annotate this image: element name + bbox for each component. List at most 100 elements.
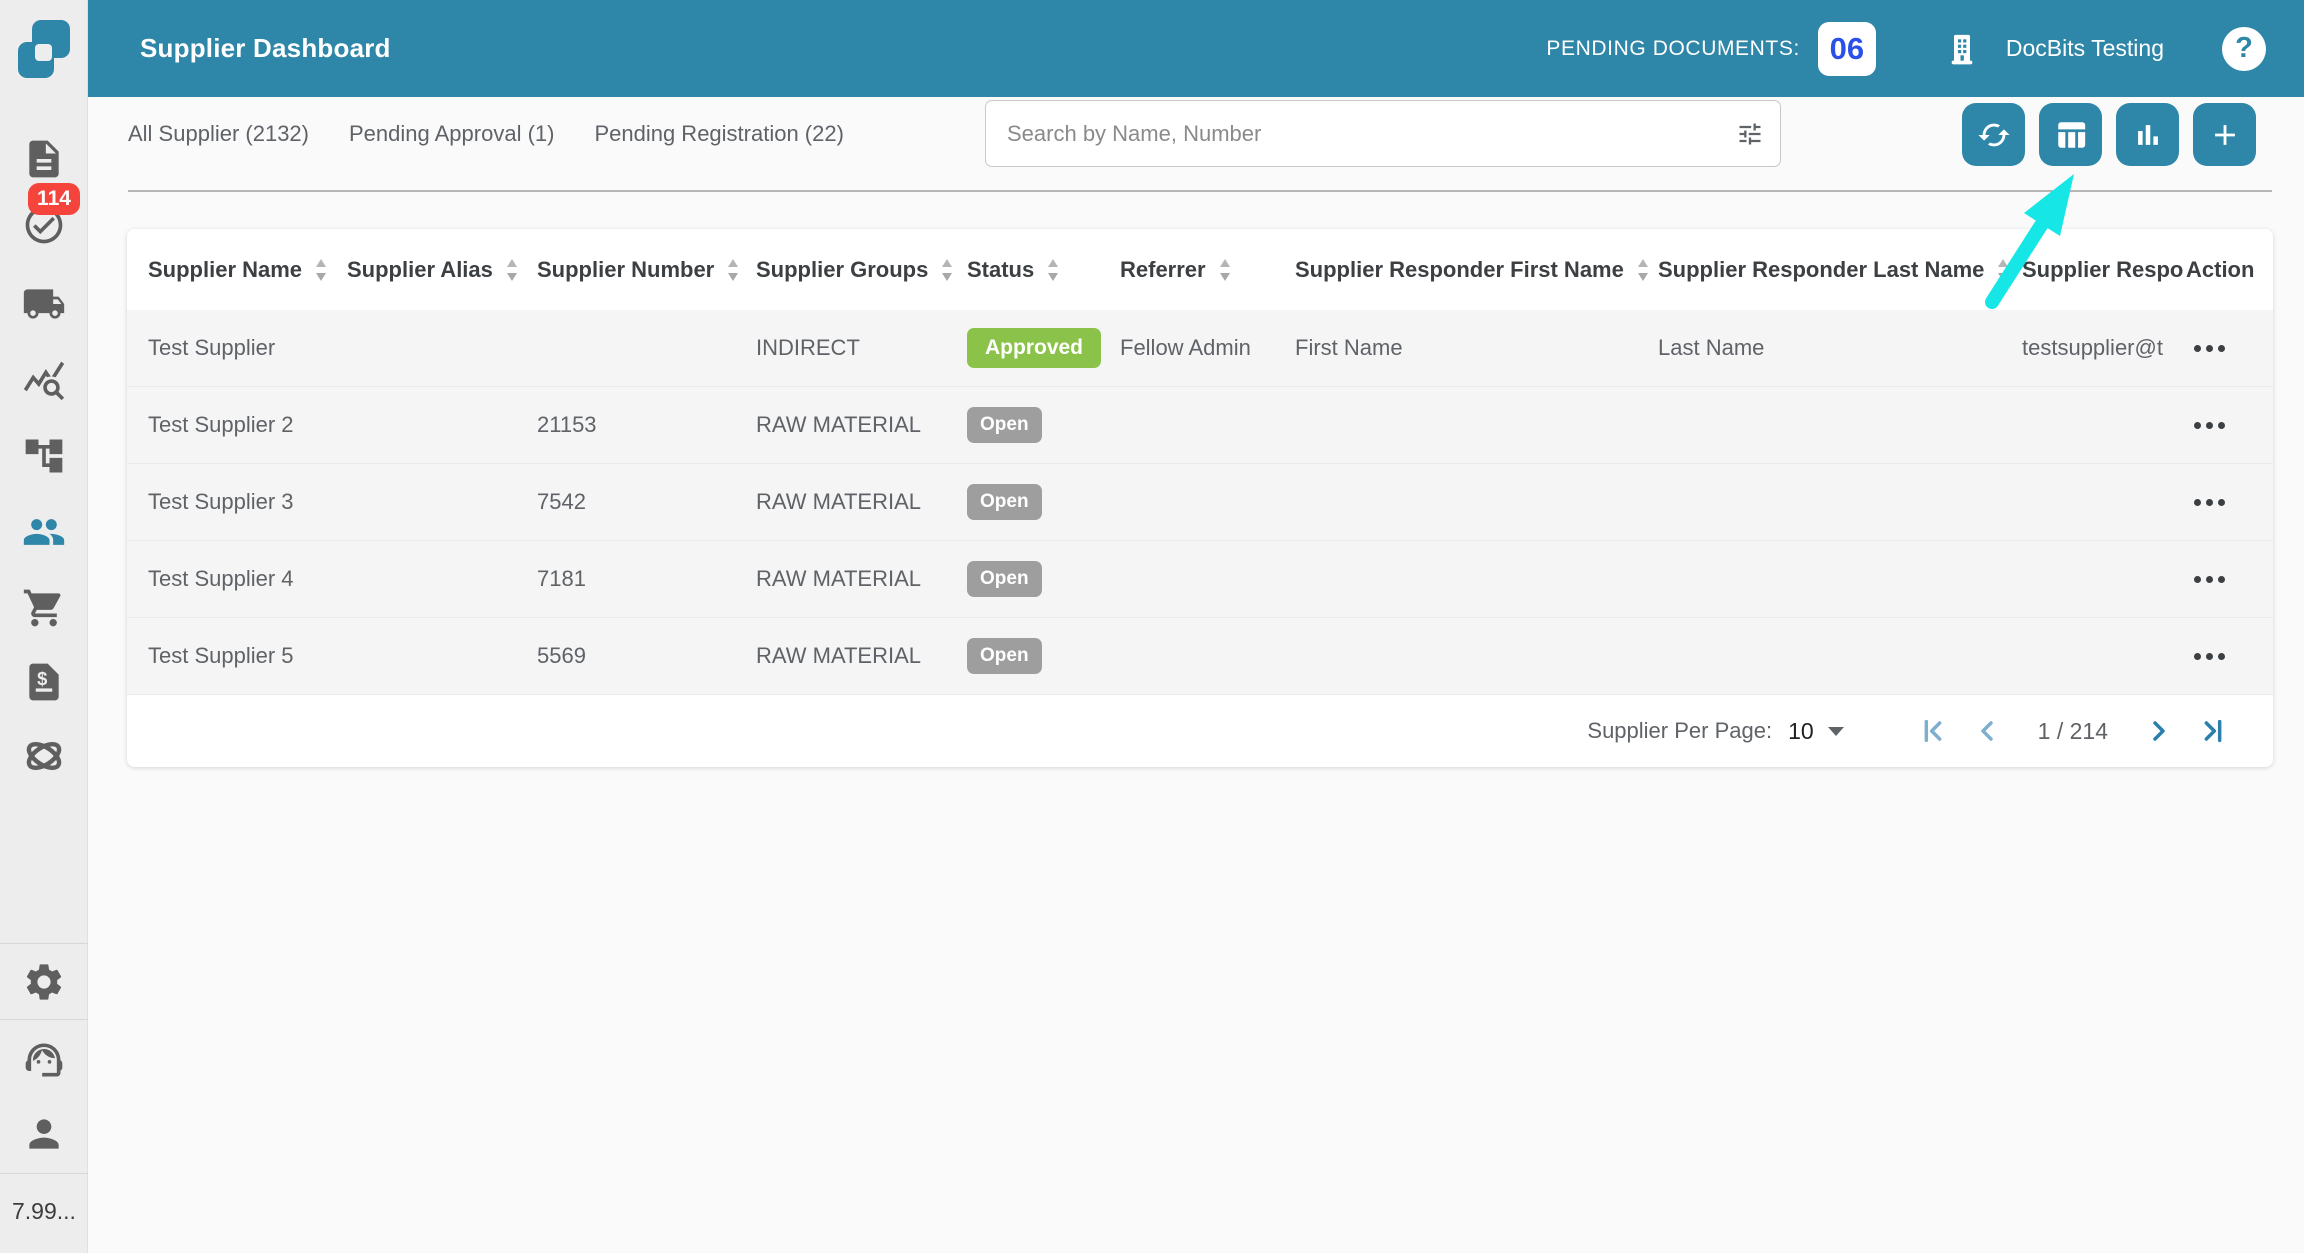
cell-action [2186,310,2273,386]
column-header-status[interactable]: Status [967,229,1120,310]
cell-supplier-number: 21153 [537,387,756,463]
table-chart-icon [2054,118,2088,152]
table-header-row: Supplier Name Supplier Alias Supplier Nu… [127,229,2273,310]
status-badge: Open [967,407,1042,443]
last-page-icon [2197,715,2229,747]
table-row[interactable]: Test Supplier 5 5569 RAW MATERIAL Open [127,618,2273,695]
cell-referrer [1120,541,1295,617]
sort-icon[interactable] [1636,257,1650,283]
cell-responder-email [2022,541,2186,617]
gear-icon [22,960,66,1004]
column-header-referrer[interactable]: Referrer [1120,229,1295,310]
row-actions-button[interactable] [2186,653,2225,660]
cell-status: Open [967,464,1120,540]
cell-supplier-number [537,310,756,386]
sort-icon[interactable] [505,257,519,283]
status-badge: Open [967,638,1042,674]
app-version-text: 7.99... [12,1198,76,1225]
page-title: Supplier Dashboard [140,33,391,64]
notification-count-badge: 114 [28,183,80,215]
status-badge: Open [967,561,1042,597]
sort-icon[interactable] [314,257,328,283]
supplier-search [985,100,1781,167]
sidebar-item-documents[interactable] [22,137,66,181]
search-input[interactable] [986,121,1720,147]
table-row[interactable]: Test Supplier 3 7542 RAW MATERIAL Open [127,464,2273,541]
cell-responder-first-name [1295,541,1658,617]
cell-responder-first-name [1295,464,1658,540]
column-header-supplier-number[interactable]: Supplier Number [537,229,756,310]
sidebar-divider [0,1019,88,1020]
chart-view-button[interactable] [2116,103,2179,166]
column-label: Action [2186,257,2254,283]
previous-page-button[interactable] [1970,714,2004,748]
table-row[interactable]: Test Supplier 4 7181 RAW MATERIAL Open [127,541,2273,618]
add-supplier-button[interactable] [2193,103,2256,166]
first-page-icon [1917,715,1949,747]
column-header-responder-email[interactable]: Supplier Respo [2022,229,2186,310]
document-icon [22,137,66,181]
refresh-button[interactable] [1962,103,2025,166]
column-header-supplier-alias[interactable]: Supplier Alias [347,229,537,310]
last-page-button[interactable] [2196,714,2230,748]
cell-referrer [1120,464,1295,540]
page-indicator: 1 / 214 [2038,718,2108,745]
per-page-select[interactable]: 10 [1788,718,1844,745]
chevron-down-icon [1828,727,1844,736]
cell-supplier-alias [347,541,537,617]
cell-referrer [1120,387,1295,463]
supplier-dashboard-page: 114 $ [0,0,2304,1253]
tab-pending-registration[interactable]: Pending Registration (22) [594,121,843,147]
tab-all-supplier[interactable]: All Supplier (2132) [128,121,309,147]
table-view-button[interactable] [2039,103,2102,166]
svg-text:$: $ [37,668,47,689]
sort-icon[interactable] [1046,257,1060,283]
row-actions-button[interactable] [2186,576,2225,583]
sort-icon[interactable] [1218,257,1232,283]
sidebar-item-invoices[interactable]: $ [22,660,66,704]
column-header-action: Action [2186,229,2273,310]
table-row[interactable]: Test Supplier INDIRECT Approved Fellow A… [127,310,2273,387]
company-selector[interactable]: DocBits Testing [1942,27,2164,71]
tab-pending-approval[interactable]: Pending Approval (1) [349,121,554,147]
next-page-button[interactable] [2142,714,2176,748]
sort-icon[interactable] [1996,257,2010,283]
cell-supplier-name: Test Supplier [148,310,347,386]
sidebar-item-profile[interactable] [22,1112,66,1156]
cell-supplier-number: 7181 [537,541,756,617]
sidebar-item-settings[interactable] [22,960,66,1004]
row-actions-button[interactable] [2186,422,2225,429]
sidebar-item-support[interactable] [22,1038,66,1082]
sidebar-divider [0,943,88,944]
help-button[interactable]: ? [2222,27,2266,71]
cell-responder-email [2022,464,2186,540]
cell-responder-last-name [1658,387,2022,463]
cell-supplier-name: Test Supplier 3 [148,464,347,540]
first-page-button[interactable] [1916,714,1950,748]
sort-icon[interactable] [726,257,740,283]
sidebar-item-analytics[interactable] [22,358,66,402]
row-actions-button[interactable] [2186,345,2225,352]
sidebar-item-integrations[interactable] [22,734,66,778]
table-row[interactable]: Test Supplier 2 21153 RAW MATERIAL Open [127,387,2273,464]
filter-options-button[interactable] [1720,120,1780,148]
pending-documents-count-badge[interactable]: 06 [1818,22,1876,76]
company-name: DocBits Testing [2006,35,2164,62]
column-header-responder-first-name[interactable]: Supplier Responder First Name [1295,229,1658,310]
sidebar-item-purchasing[interactable] [22,586,66,630]
column-header-responder-last-name[interactable]: Supplier Responder Last Name [1658,229,2022,310]
sidebar-divider [0,1173,88,1174]
truck-icon [22,282,66,326]
invoice-icon: $ [22,660,66,704]
column-header-supplier-groups[interactable]: Supplier Groups [756,229,967,310]
sidebar-item-workflows[interactable] [22,434,66,478]
sidebar-item-suppliers[interactable] [22,510,66,554]
row-actions-button[interactable] [2186,499,2225,506]
cell-status: Open [967,541,1120,617]
column-header-supplier-name[interactable]: Supplier Name [148,229,347,310]
cell-referrer [1120,618,1295,694]
sort-icon[interactable] [940,257,954,283]
docbits-logo[interactable] [18,20,70,82]
cell-action [2186,541,2273,617]
sidebar-item-shipping[interactable] [22,282,66,326]
